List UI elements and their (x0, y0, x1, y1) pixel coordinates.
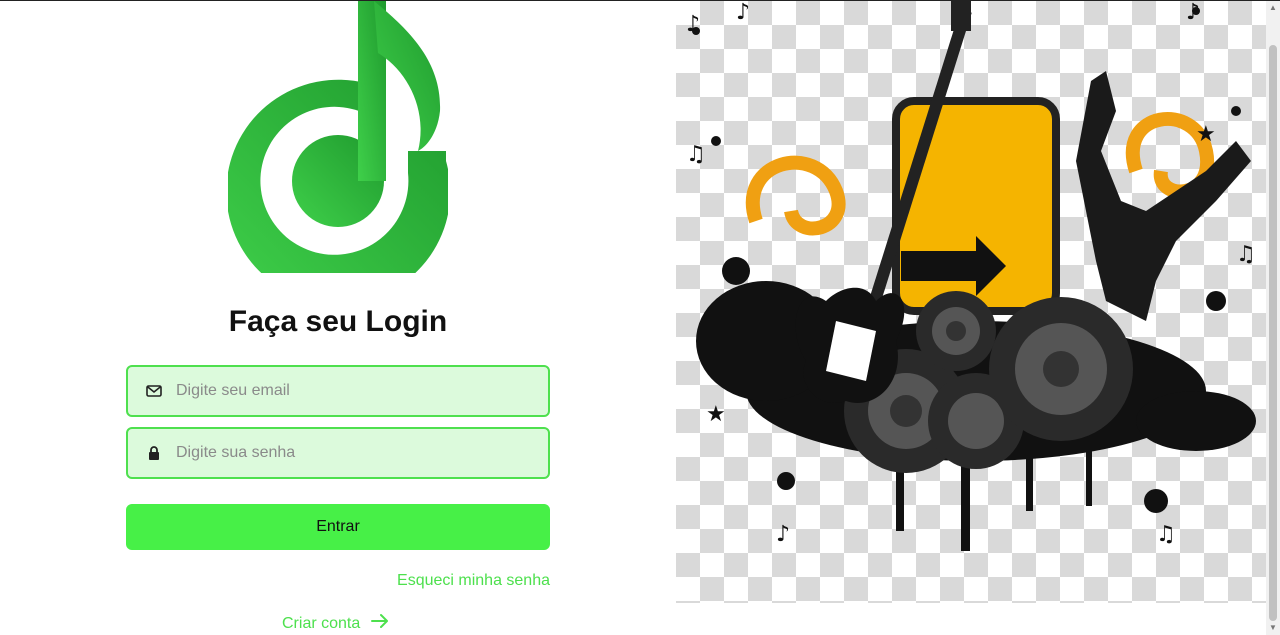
page-title: Faça seu Login (228, 305, 448, 338)
page-scrollbar[interactable]: ▲ ▼ (1266, 1, 1280, 635)
lock-icon (146, 445, 162, 461)
forgot-password-link[interactable]: Esqueci minha senha (397, 572, 550, 590)
music-illustration: ♪ ♪ ♪ ♫ ♫ ♪ ♫ ★ ★ (676, 1, 1266, 603)
email-field[interactable] (126, 365, 550, 417)
password-input[interactable] (176, 429, 548, 477)
email-input[interactable] (176, 367, 548, 415)
scroll-thumb[interactable] (1269, 45, 1277, 621)
login-panel: Faça seu Login Entrar Esqueci minha senh… (0, 1, 676, 635)
svg-text:♫: ♫ (1156, 522, 1176, 547)
mail-icon (146, 383, 162, 399)
create-account-label: Criar conta (282, 614, 361, 632)
scroll-down-icon[interactable]: ▼ (1268, 623, 1278, 633)
scroll-up-icon[interactable]: ▲ (1268, 3, 1278, 13)
create-account-link[interactable]: Criar conta (282, 613, 390, 634)
svg-text:♪: ♪ (686, 12, 700, 37)
svg-text:♪: ♪ (736, 1, 750, 25)
music-note-logo (228, 1, 448, 273)
password-field[interactable] (126, 427, 550, 479)
arrow-right-icon (370, 613, 390, 634)
svg-text:♪: ♪ (776, 522, 790, 547)
svg-text:★: ★ (706, 402, 726, 427)
svg-text:♫: ♫ (1236, 242, 1256, 267)
login-button[interactable]: Entrar (126, 504, 550, 550)
svg-text:♪: ♪ (1186, 1, 1200, 25)
svg-text:♫: ♫ (686, 142, 706, 167)
svg-text:★: ★ (1196, 122, 1216, 147)
